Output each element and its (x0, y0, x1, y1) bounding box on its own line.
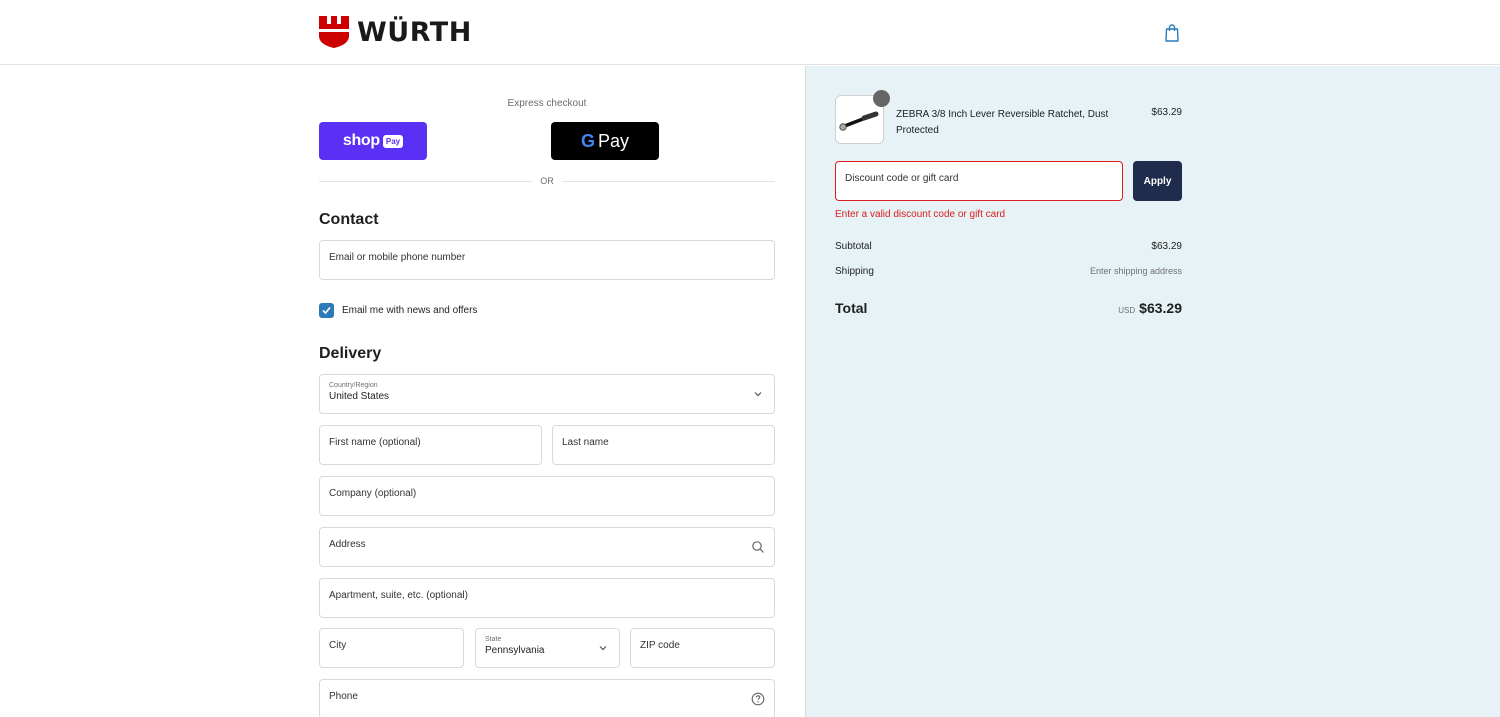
discount-code-input[interactable]: Discount code or gift card (835, 161, 1123, 201)
email-field[interactable]: Email or mobile phone number (319, 240, 775, 280)
newsletter-checkbox[interactable] (319, 303, 334, 318)
address-field[interactable]: Address (319, 527, 775, 567)
phone-placeholder: Phone (329, 691, 358, 702)
search-icon[interactable] (751, 540, 765, 554)
state-value: Pennsylvania (485, 645, 545, 656)
state-label: State (485, 636, 502, 643)
express-checkout-title: Express checkout (507, 98, 587, 109)
last-name-field[interactable]: Last name (552, 425, 775, 465)
subtotal-label: Subtotal (835, 241, 872, 252)
discount-placeholder: Discount code or gift card (845, 173, 959, 184)
total-currency: USD (1118, 306, 1136, 315)
google-g-icon: G (580, 130, 595, 151)
shop-pay-button[interactable]: shop Pay (319, 122, 427, 160)
total-amount: $63.29 (1139, 300, 1182, 316)
subtotal-value: $63.29 (1151, 241, 1182, 252)
last-name-placeholder: Last name (562, 437, 609, 448)
brand-name: WÜRTH (357, 16, 472, 48)
quantity-badge (873, 90, 890, 107)
country-select[interactable]: Country/Region United States (319, 374, 775, 414)
country-value: United States (329, 391, 390, 402)
apartment-placeholder: Apartment, suite, etc. (optional) (329, 590, 468, 601)
product-name: ZEBRA 3/8 Inch Lever Reversible Ratchet,… (896, 109, 1109, 136)
shopping-bag-icon[interactable] (1164, 24, 1180, 42)
total-value-group: USD $63.29 (1000, 300, 1182, 318)
chevron-down-icon (599, 646, 607, 651)
total-label: Total (835, 300, 868, 316)
or-divider-label: OR (532, 176, 562, 186)
email-placeholder: Email or mobile phone number (329, 252, 466, 263)
help-circle-icon[interactable] (751, 692, 765, 706)
shop-pay-chip: Pay (382, 134, 404, 148)
zip-field[interactable]: ZIP code (630, 628, 775, 668)
first-name-placeholder: First name (optional) (329, 437, 421, 448)
newsletter-label: Email me with news and offers (342, 305, 478, 316)
google-pay-label: Pay (597, 130, 630, 151)
delivery-heading: Delivery (319, 345, 382, 362)
shipping-label: Shipping (835, 266, 874, 277)
header: WÜRTH (0, 0, 1500, 65)
address-placeholder: Address (329, 539, 366, 550)
phone-field[interactable]: Phone (319, 679, 775, 717)
apply-discount-button[interactable]: Apply (1133, 161, 1182, 201)
google-pay-button[interactable]: G Pay (551, 122, 659, 160)
apartment-field[interactable]: Apartment, suite, etc. (optional) (319, 578, 775, 618)
discount-error-message: Enter a valid discount code or gift card (835, 209, 1006, 220)
country-label: Country/Region (329, 382, 378, 389)
shipping-value: Enter shipping address (1089, 266, 1182, 276)
chevron-down-icon (754, 392, 762, 397)
shop-pay-label: shop (342, 132, 380, 149)
checkout-page: WÜRTH Express checkout shop Pay G Pay OR… (0, 0, 1500, 717)
product-price: $63.29 (1151, 107, 1182, 118)
wurth-logo-icon (319, 16, 349, 48)
city-field[interactable]: City (319, 628, 464, 668)
contact-heading: Contact (319, 211, 379, 228)
company-field[interactable]: Company (optional) (319, 476, 775, 516)
brand-logo[interactable]: WÜRTH (319, 16, 472, 48)
city-placeholder: City (329, 640, 347, 651)
state-select[interactable]: State Pennsylvania (475, 628, 620, 668)
checkmark-icon (322, 306, 331, 315)
company-placeholder: Company (optional) (329, 488, 417, 499)
zip-placeholder: ZIP code (640, 640, 680, 651)
first-name-field[interactable]: First name (optional) (319, 425, 542, 465)
